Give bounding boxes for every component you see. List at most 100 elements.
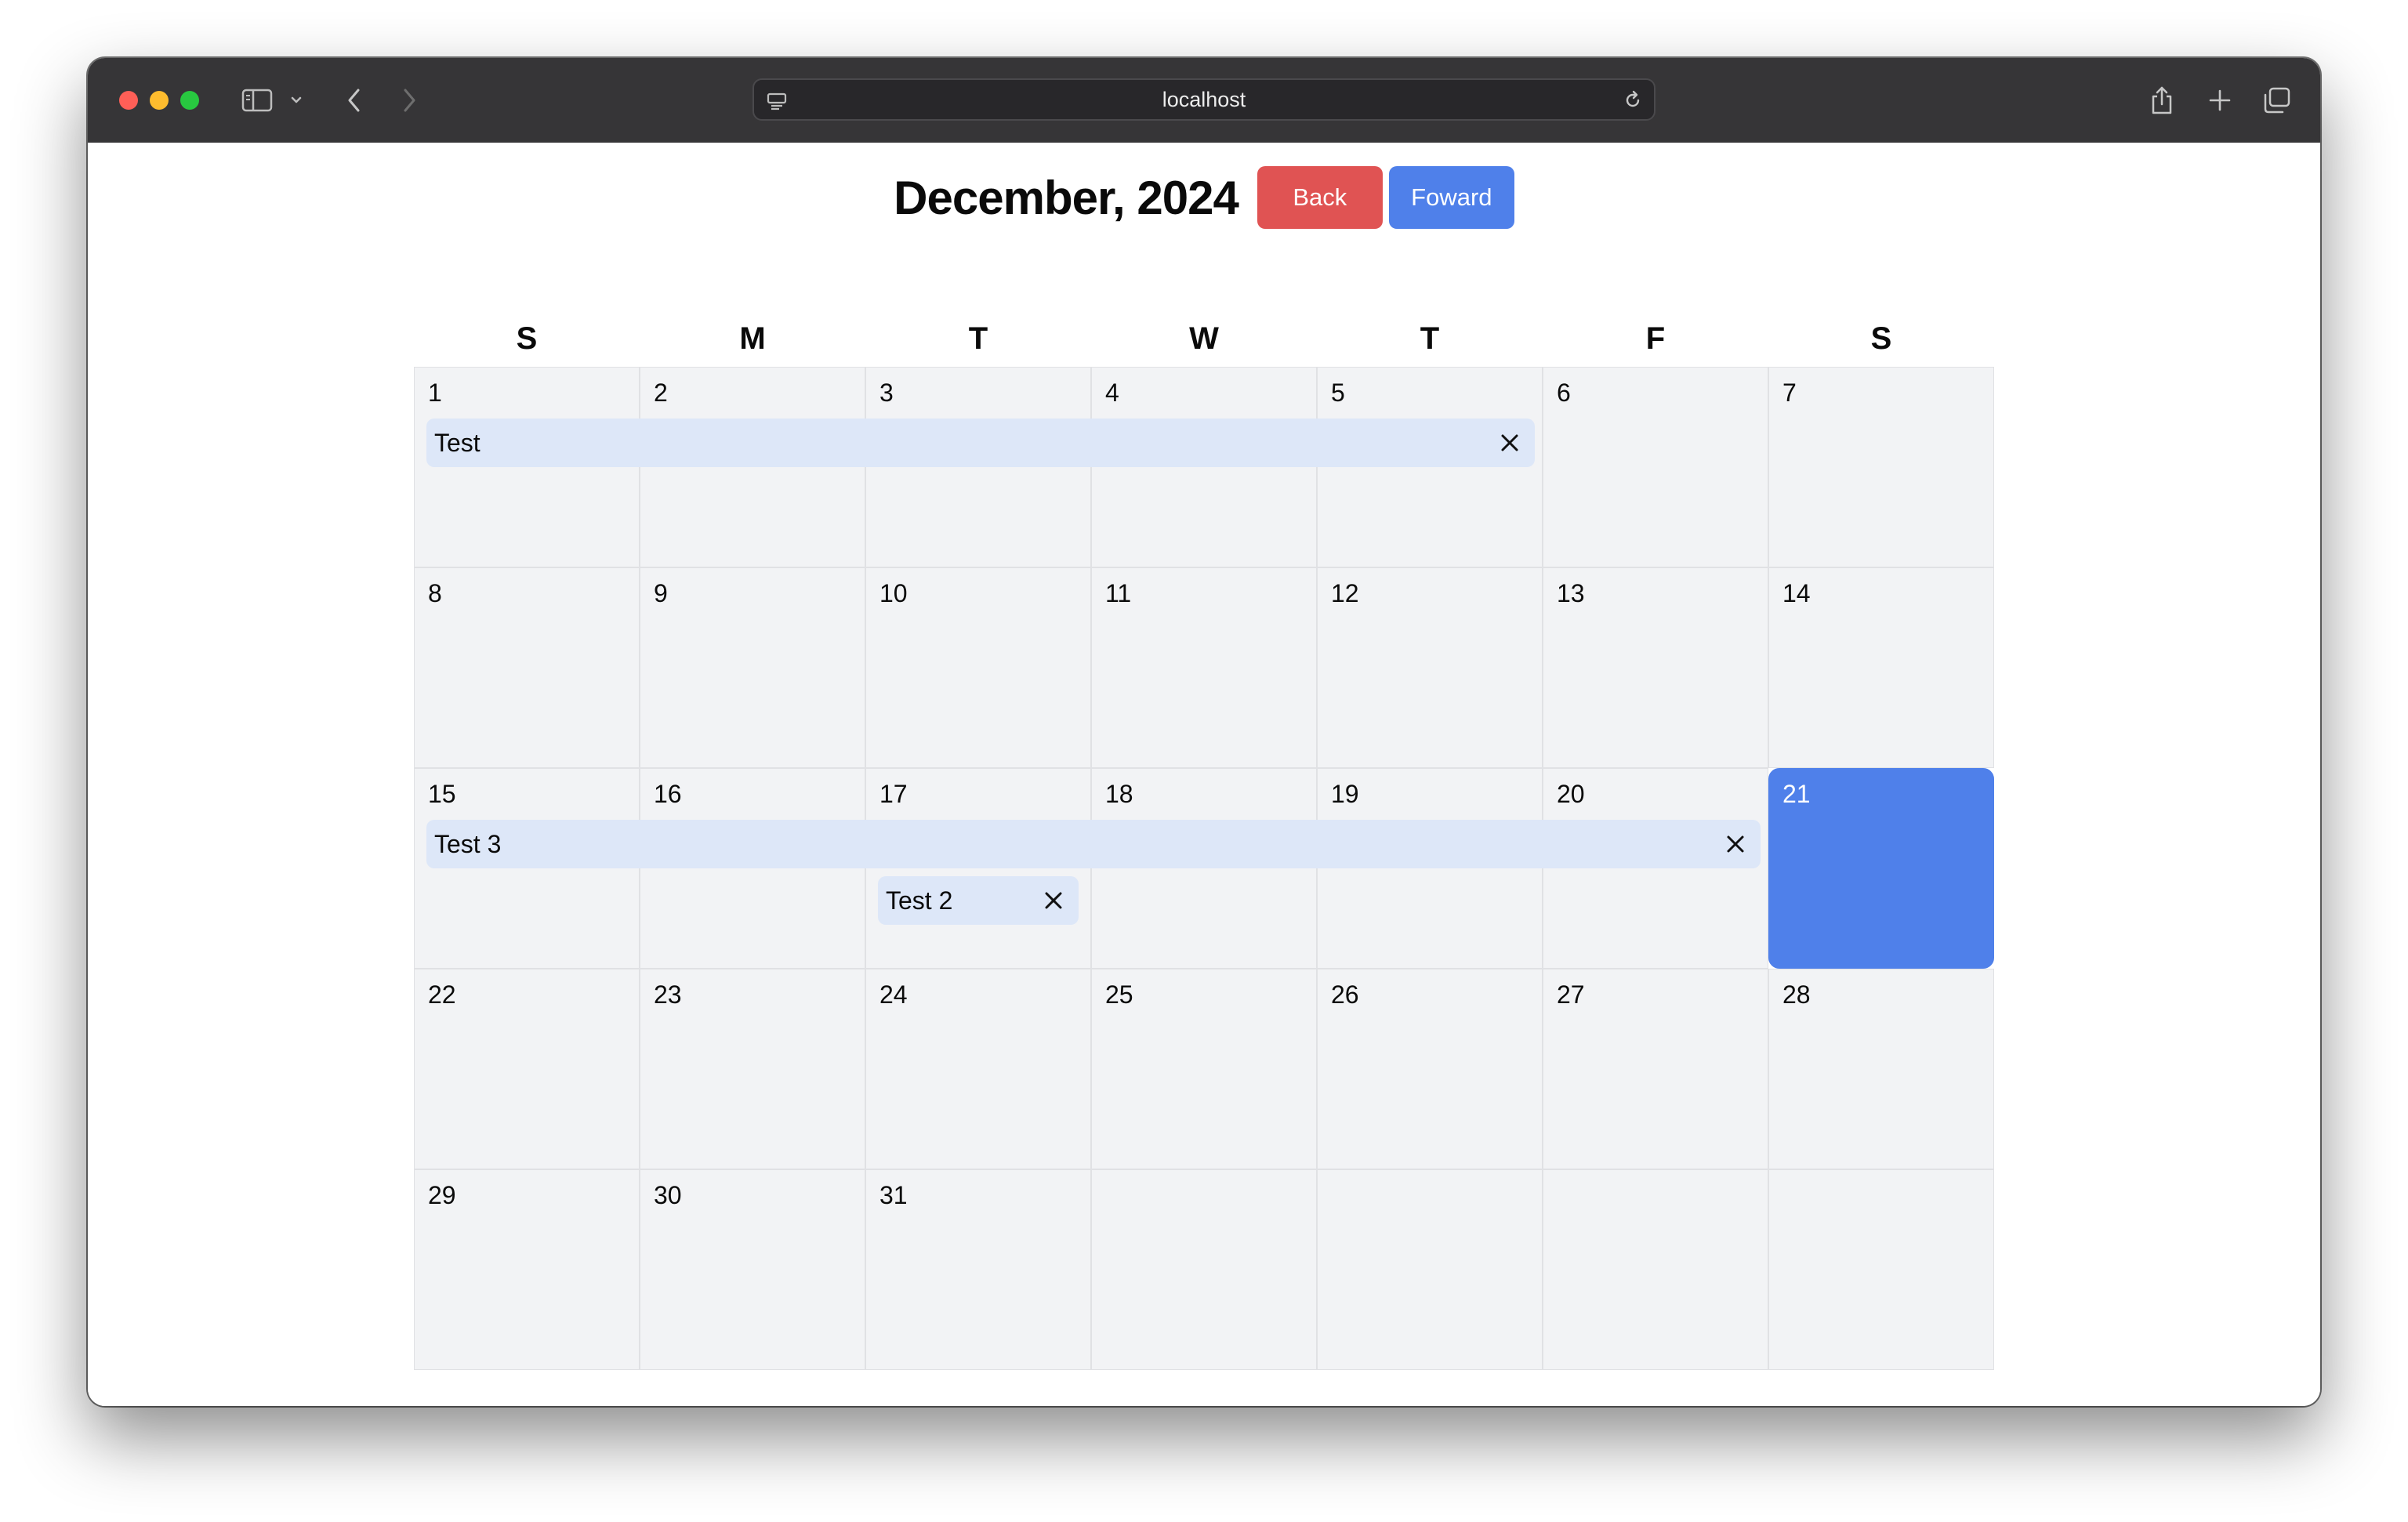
day-number: 15 bbox=[428, 780, 456, 808]
day-cell[interactable]: 18 bbox=[1091, 768, 1317, 969]
address-bar[interactable]: localhost bbox=[752, 78, 1656, 121]
today-cell[interactable]: 21 bbox=[1768, 768, 1994, 969]
day-cell bbox=[1768, 1169, 1994, 1370]
url-text[interactable]: localhost bbox=[754, 80, 1654, 119]
chevron-left-icon[interactable] bbox=[340, 82, 368, 119]
day-cell[interactable]: 24 bbox=[865, 969, 1091, 1169]
day-number: 30 bbox=[654, 1181, 682, 1209]
day-number: 4 bbox=[1105, 379, 1119, 407]
event-label: Test bbox=[434, 428, 481, 457]
minimize-window-button[interactable] bbox=[150, 91, 169, 110]
day-number: 18 bbox=[1105, 780, 1133, 808]
day-cell[interactable]: 9 bbox=[640, 567, 865, 768]
day-number: 21 bbox=[1782, 780, 1811, 808]
day-number: 29 bbox=[428, 1181, 456, 1209]
browser-toolbar: localhost bbox=[88, 58, 2320, 143]
maximize-window-button[interactable] bbox=[180, 91, 199, 110]
event-bar[interactable]: Test 2 bbox=[878, 876, 1079, 925]
day-number: 16 bbox=[654, 780, 682, 808]
day-cell[interactable]: 2 bbox=[640, 367, 865, 567]
day-number: 24 bbox=[879, 980, 908, 1009]
day-number: 22 bbox=[428, 980, 456, 1009]
day-cell[interactable]: 11 bbox=[1091, 567, 1317, 768]
day-number: 25 bbox=[1105, 980, 1133, 1009]
page-title: December, 2024 bbox=[894, 171, 1239, 224]
day-cell bbox=[1091, 1169, 1317, 1370]
day-number: 6 bbox=[1557, 379, 1571, 407]
day-number: 26 bbox=[1331, 980, 1359, 1009]
day-number: 31 bbox=[879, 1181, 908, 1209]
day-number: 20 bbox=[1557, 780, 1585, 808]
forward-button[interactable]: Foward bbox=[1388, 166, 1514, 229]
close-icon[interactable] bbox=[1494, 427, 1525, 458]
event-bar[interactable]: Test 3 bbox=[426, 820, 1761, 868]
weekday-header-row: S M T W T F S bbox=[414, 321, 1994, 356]
day-cell[interactable]: 17 bbox=[865, 768, 1091, 969]
day-cell[interactable]: 20 bbox=[1543, 768, 1768, 969]
weekday-label: T bbox=[968, 321, 988, 356]
day-number: 27 bbox=[1557, 980, 1585, 1009]
weekday-label: S bbox=[516, 321, 538, 356]
day-number: 14 bbox=[1782, 579, 1811, 607]
day-cell[interactable]: 29 bbox=[414, 1169, 640, 1370]
day-cell[interactable]: 27 bbox=[1543, 969, 1768, 1169]
share-icon[interactable] bbox=[2146, 82, 2178, 119]
day-number: 9 bbox=[654, 579, 668, 607]
event-label: Test 3 bbox=[434, 829, 502, 858]
plus-icon[interactable] bbox=[2204, 82, 2236, 119]
chevron-down-icon[interactable] bbox=[287, 82, 306, 119]
browser-window: localhost December, 2024 Back Foward S M… bbox=[88, 58, 2320, 1406]
close-window-button[interactable] bbox=[119, 91, 138, 110]
day-cell[interactable]: 8 bbox=[414, 567, 640, 768]
day-number: 3 bbox=[879, 379, 894, 407]
day-cell[interactable]: 1 bbox=[414, 367, 640, 567]
day-cell[interactable]: 4 bbox=[1091, 367, 1317, 567]
day-cell[interactable]: 26 bbox=[1317, 969, 1543, 1169]
close-icon[interactable] bbox=[1038, 885, 1069, 916]
day-cell[interactable]: 5 bbox=[1317, 367, 1543, 567]
day-cell bbox=[1317, 1169, 1543, 1370]
day-number: 10 bbox=[879, 579, 908, 607]
weekday-label: W bbox=[1189, 321, 1219, 356]
day-number: 7 bbox=[1782, 379, 1797, 407]
day-cell[interactable]: 15 bbox=[414, 768, 640, 969]
day-cell[interactable]: 12 bbox=[1317, 567, 1543, 768]
day-cell[interactable]: 7 bbox=[1768, 367, 1994, 567]
day-cell[interactable]: 14 bbox=[1768, 567, 1994, 768]
day-cell[interactable]: 10 bbox=[865, 567, 1091, 768]
event-bar[interactable]: Test bbox=[426, 419, 1535, 467]
tabs-overview-icon[interactable] bbox=[2261, 82, 2294, 119]
day-cell[interactable]: 30 bbox=[640, 1169, 865, 1370]
day-cell[interactable]: 23 bbox=[640, 969, 865, 1169]
day-number: 11 bbox=[1105, 579, 1132, 607]
day-cell[interactable]: 13 bbox=[1543, 567, 1768, 768]
day-cell[interactable]: 31 bbox=[865, 1169, 1091, 1370]
day-number: 1 bbox=[428, 379, 442, 407]
event-label: Test 2 bbox=[886, 886, 953, 915]
back-button[interactable]: Back bbox=[1257, 166, 1383, 229]
day-number: 2 bbox=[654, 379, 668, 407]
weekday-label: T bbox=[1420, 321, 1440, 356]
day-number: 19 bbox=[1331, 780, 1359, 808]
weekday-label: F bbox=[1645, 321, 1666, 356]
day-cell[interactable]: 28 bbox=[1768, 969, 1994, 1169]
calendar-header: December, 2024 Back Foward bbox=[88, 166, 2320, 229]
day-cell[interactable]: 6 bbox=[1543, 367, 1768, 567]
day-number: 13 bbox=[1557, 579, 1585, 607]
close-icon[interactable] bbox=[1720, 828, 1751, 860]
day-cell[interactable]: 19 bbox=[1317, 768, 1543, 969]
day-number: 28 bbox=[1782, 980, 1811, 1009]
page-content: December, 2024 Back Foward S M T W T F S… bbox=[88, 143, 2320, 1406]
day-cell[interactable]: 16 bbox=[640, 768, 865, 969]
day-number: 8 bbox=[428, 579, 442, 607]
reload-icon[interactable] bbox=[1621, 89, 1645, 116]
day-number: 23 bbox=[654, 980, 682, 1009]
day-cell[interactable]: 25 bbox=[1091, 969, 1317, 1169]
chevron-right-icon[interactable] bbox=[395, 82, 423, 119]
day-cell[interactable]: 22 bbox=[414, 969, 640, 1169]
weekday-label: M bbox=[739, 321, 766, 356]
calendar-grid: 1 2 3 4 5 6 7 8 9 10 11 12 13 14 15 16 1… bbox=[414, 367, 1994, 1370]
sidebar-icon[interactable] bbox=[240, 82, 274, 119]
day-cell[interactable]: 3 bbox=[865, 367, 1091, 567]
day-cell bbox=[1543, 1169, 1768, 1370]
